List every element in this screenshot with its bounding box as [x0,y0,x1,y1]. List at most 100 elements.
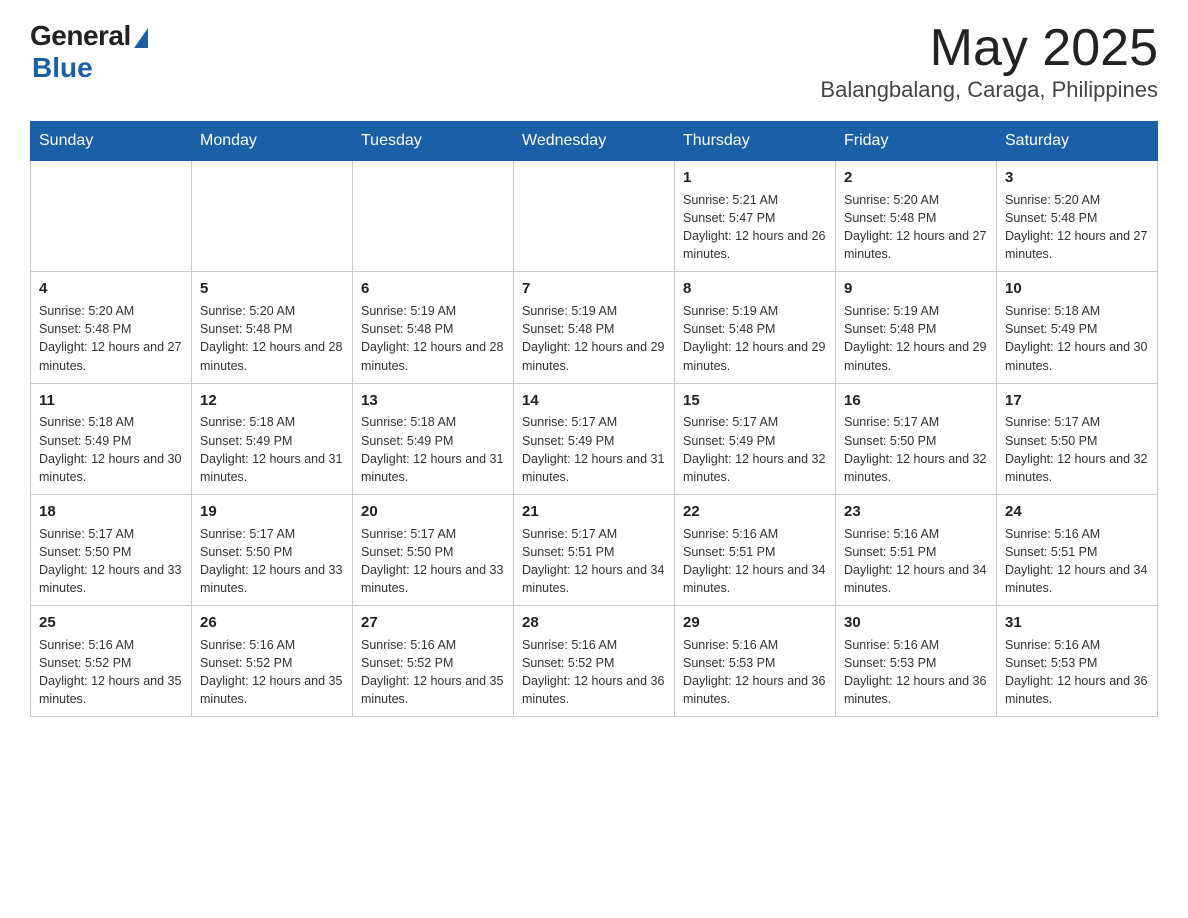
day-number: 18 [39,501,183,523]
day-number: 3 [1005,167,1149,189]
calendar-day-23: 23Sunrise: 5:16 AM Sunset: 5:51 PM Dayli… [836,494,997,605]
day-info: Sunrise: 5:18 AM Sunset: 5:49 PM Dayligh… [39,413,183,486]
calendar-day-22: 22Sunrise: 5:16 AM Sunset: 5:51 PM Dayli… [675,494,836,605]
day-info: Sunrise: 5:19 AM Sunset: 5:48 PM Dayligh… [522,302,666,375]
calendar-day-25: 25Sunrise: 5:16 AM Sunset: 5:52 PM Dayli… [31,606,192,717]
day-number: 30 [844,612,988,634]
day-header-saturday: Saturday [997,122,1158,161]
day-info: Sunrise: 5:19 AM Sunset: 5:48 PM Dayligh… [844,302,988,375]
day-info: Sunrise: 5:17 AM Sunset: 5:50 PM Dayligh… [200,525,344,598]
day-number: 16 [844,390,988,412]
day-info: Sunrise: 5:16 AM Sunset: 5:51 PM Dayligh… [683,525,827,598]
day-number: 25 [39,612,183,634]
day-number: 22 [683,501,827,523]
calendar-table: SundayMondayTuesdayWednesdayThursdayFrid… [30,121,1158,717]
day-number: 4 [39,278,183,300]
calendar-day-6: 6Sunrise: 5:19 AM Sunset: 5:48 PM Daylig… [353,272,514,383]
day-number: 2 [844,167,988,189]
calendar-day-19: 19Sunrise: 5:17 AM Sunset: 5:50 PM Dayli… [192,494,353,605]
logo-general-text: General [30,20,131,52]
calendar-day-17: 17Sunrise: 5:17 AM Sunset: 5:50 PM Dayli… [997,383,1158,494]
calendar-empty-cell [514,161,675,272]
day-header-monday: Monday [192,122,353,161]
day-info: Sunrise: 5:16 AM Sunset: 5:53 PM Dayligh… [683,636,827,709]
day-number: 23 [844,501,988,523]
day-info: Sunrise: 5:21 AM Sunset: 5:47 PM Dayligh… [683,191,827,264]
day-info: Sunrise: 5:19 AM Sunset: 5:48 PM Dayligh… [361,302,505,375]
day-number: 21 [522,501,666,523]
day-info: Sunrise: 5:20 AM Sunset: 5:48 PM Dayligh… [200,302,344,375]
title-block: May 2025 Balangbalang, Caraga, Philippin… [820,20,1158,103]
calendar-week-row: 4 Sunrise: 5:20 AM Sunset: 5:48 PM Daylig… [31,272,1158,383]
calendar-day-9: 9Sunrise: 5:19 AM Sunset: 5:48 PM Daylig… [836,272,997,383]
calendar-week-row: 18Sunrise: 5:17 AM Sunset: 5:50 PM Dayli… [31,494,1158,605]
calendar-day-13: 13Sunrise: 5:18 AM Sunset: 5:49 PM Dayli… [353,383,514,494]
calendar-week-row: 1Sunrise: 5:21 AM Sunset: 5:47 PM Daylig… [31,161,1158,272]
month-title: May 2025 [820,20,1158,77]
calendar-day-20: 20Sunrise: 5:17 AM Sunset: 5:50 PM Dayli… [353,494,514,605]
day-number: 10 [1005,278,1149,300]
day-info: Sunrise: 5:17 AM Sunset: 5:50 PM Dayligh… [361,525,505,598]
day-info: Sunrise: 5:19 AM Sunset: 5:48 PM Dayligh… [683,302,827,375]
day-number: 19 [200,501,344,523]
calendar-day-15: 15Sunrise: 5:17 AM Sunset: 5:49 PM Dayli… [675,383,836,494]
day-header-thursday: Thursday [675,122,836,161]
calendar-day-1: 1Sunrise: 5:21 AM Sunset: 5:47 PM Daylig… [675,161,836,272]
calendar-week-row: 25Sunrise: 5:16 AM Sunset: 5:52 PM Dayli… [31,606,1158,717]
day-info: Sunrise: 5:16 AM Sunset: 5:52 PM Dayligh… [200,636,344,709]
calendar-day-24: 24Sunrise: 5:16 AM Sunset: 5:51 PM Dayli… [997,494,1158,605]
calendar-day-14: 14Sunrise: 5:17 AM Sunset: 5:49 PM Dayli… [514,383,675,494]
day-number: 13 [361,390,505,412]
day-info: Sunrise: 5:16 AM Sunset: 5:52 PM Dayligh… [39,636,183,709]
calendar-header-row: SundayMondayTuesdayWednesdayThursdayFrid… [31,122,1158,161]
logo: General Blue [30,20,148,84]
calendar-day-3: 3Sunrise: 5:20 AM Sunset: 5:48 PM Daylig… [997,161,1158,272]
logo-blue-text: Blue [32,52,93,84]
day-info: Sunrise: 5:16 AM Sunset: 5:51 PM Dayligh… [1005,525,1149,598]
calendar-day-27: 27Sunrise: 5:16 AM Sunset: 5:52 PM Dayli… [353,606,514,717]
day-number: 27 [361,612,505,634]
page-header: General Blue May 2025 Balangbalang, Cara… [30,20,1158,103]
day-number: 8 [683,278,827,300]
calendar-day-26: 26Sunrise: 5:16 AM Sunset: 5:52 PM Dayli… [192,606,353,717]
calendar-day-4: 4Sunrise: 5:20 AM Sunset: 5:48 PM Daylig… [31,272,192,383]
calendar-day-5: 5Sunrise: 5:20 AM Sunset: 5:48 PM Daylig… [192,272,353,383]
calendar-day-29: 29Sunrise: 5:16 AM Sunset: 5:53 PM Dayli… [675,606,836,717]
calendar-day-2: 2Sunrise: 5:20 AM Sunset: 5:48 PM Daylig… [836,161,997,272]
calendar-day-21: 21Sunrise: 5:17 AM Sunset: 5:51 PM Dayli… [514,494,675,605]
calendar-day-31: 31Sunrise: 5:16 AM Sunset: 5:53 PM Dayli… [997,606,1158,717]
day-info: Sunrise: 5:18 AM Sunset: 5:49 PM Dayligh… [361,413,505,486]
day-number: 1 [683,167,827,189]
day-info: Sunrise: 5:20 AM Sunset: 5:48 PM Dayligh… [1005,191,1149,264]
calendar-day-11: 11Sunrise: 5:18 AM Sunset: 5:49 PM Dayli… [31,383,192,494]
day-number: 6 [361,278,505,300]
calendar-empty-cell [353,161,514,272]
day-number: 9 [844,278,988,300]
calendar-day-10: 10Sunrise: 5:18 AM Sunset: 5:49 PM Dayli… [997,272,1158,383]
day-number: 17 [1005,390,1149,412]
day-header-sunday: Sunday [31,122,192,161]
calendar-empty-cell [31,161,192,272]
day-info: Sunrise: 5:17 AM Sunset: 5:49 PM Dayligh… [522,413,666,486]
day-info: Sunrise: 5:16 AM Sunset: 5:52 PM Dayligh… [361,636,505,709]
day-info: Sunrise: 5:20 AM Sunset: 5:48 PM Dayligh… [844,191,988,264]
day-info: Sunrise: 5:16 AM Sunset: 5:53 PM Dayligh… [1005,636,1149,709]
day-number: 26 [200,612,344,634]
day-info: Sunrise: 5:17 AM Sunset: 5:49 PM Dayligh… [683,413,827,486]
calendar-day-30: 30Sunrise: 5:16 AM Sunset: 5:53 PM Dayli… [836,606,997,717]
day-header-friday: Friday [836,122,997,161]
day-info: Sunrise: 5:18 AM Sunset: 5:49 PM Dayligh… [200,413,344,486]
day-number: 29 [683,612,827,634]
day-number: 24 [1005,501,1149,523]
day-number: 31 [1005,612,1149,634]
calendar-day-7: 7Sunrise: 5:19 AM Sunset: 5:48 PM Daylig… [514,272,675,383]
calendar-day-18: 18Sunrise: 5:17 AM Sunset: 5:50 PM Dayli… [31,494,192,605]
day-info: Sunrise: 5:16 AM Sunset: 5:51 PM Dayligh… [844,525,988,598]
day-info: Sunrise: 5:16 AM Sunset: 5:53 PM Dayligh… [844,636,988,709]
day-info: Sunrise: 5:17 AM Sunset: 5:50 PM Dayligh… [39,525,183,598]
logo-triangle-icon [134,28,148,48]
day-info: Sunrise: 5:16 AM Sunset: 5:52 PM Dayligh… [522,636,666,709]
day-number: 12 [200,390,344,412]
day-number: 11 [39,390,183,412]
calendar-day-16: 16Sunrise: 5:17 AM Sunset: 5:50 PM Dayli… [836,383,997,494]
